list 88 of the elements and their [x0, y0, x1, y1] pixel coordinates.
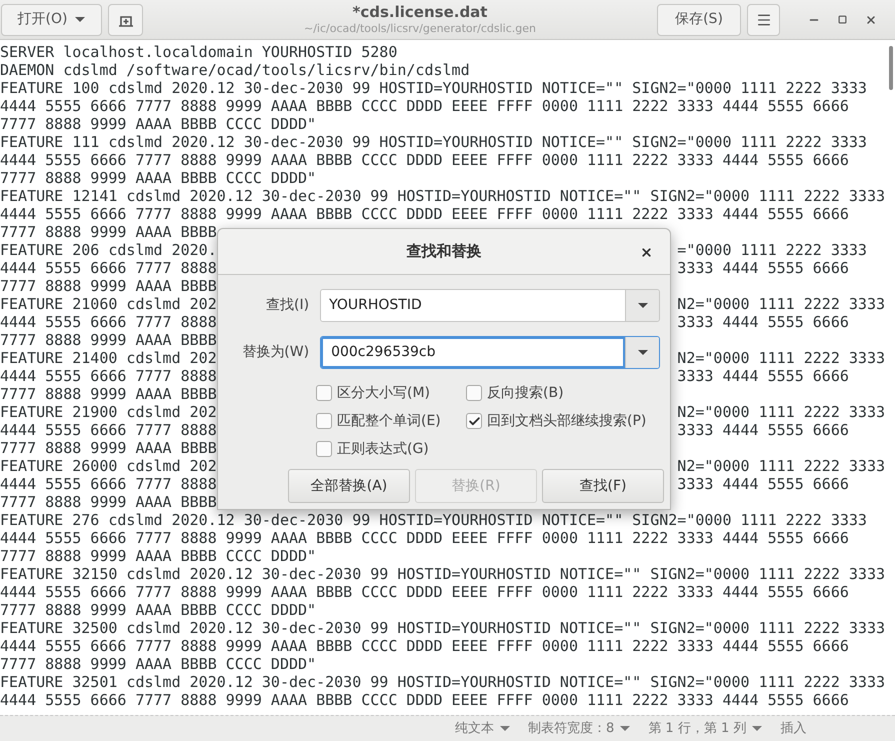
text-line: FEATURE 276 cdslmd 2020.12 30-dec-2030 99 HOSTID=YOURHOSTID NOTICE="" SIGN2="0000 1111 2222 3333 [0, 511, 867, 529]
text-line: 7777 8888 9999 AAAA BBBB CCCC DDDD" [0, 547, 316, 565]
caret-icon [638, 350, 648, 356]
open-button[interactable]: 打开(O) [1, 4, 102, 36]
dialog-button[interactable]: 查找(F) [542, 469, 664, 503]
text-line: 7777 8888 9999 AAAA BBBB [0, 493, 217, 511]
text-line: N2="0000 1111 2222 3333 [677, 295, 886, 313]
file-path: ~/ic/ocad/tools/licsrv/generator/cdslic.gen [304, 22, 536, 36]
text-line: 4444 5555 6666 7777 8888 9999 AAAA BBBB CCCC DDDD EEEE FFFF 0000 1111 2222 3333 4444 5555 6666 [0, 691, 849, 709]
dialog-button[interactable]: 全部替换(A) [288, 469, 410, 503]
caret-icon [752, 726, 762, 732]
caret-icon [620, 726, 630, 732]
status-item[interactable]: 第 1 行，第 1 列 [648, 718, 762, 738]
field-label: 查找(I) [265, 296, 310, 315]
checkbox[interactable] [316, 441, 332, 457]
caret-icon [638, 302, 648, 308]
option-label: 反向搜索(B) [487, 384, 564, 402]
checkbox[interactable] [466, 385, 482, 401]
text-line: 7777 8888 9999 AAAA BBBB [0, 385, 217, 403]
dropdown-button[interactable] [625, 337, 659, 368]
dropdown-button[interactable] [625, 290, 659, 321]
text-line: 4444 5555 6666 7777 8888 9999 AAAA BBBB CCCC DDDD EEEE FFFF 0000 1111 2222 3333 4444 5555 6666 [0, 97, 849, 115]
caret-icon [500, 726, 510, 732]
combo-field[interactable]: 000c296539cb [320, 336, 660, 369]
text-line: SERVER localhost.localdomain YOURHOSTID 5280 [0, 43, 398, 61]
text-line: 7777 8888 9999 AAAA BBBB [0, 223, 217, 241]
text-line: 4444 5555 6666 7777 8888 9999 AAAA BBBB CCCC DDDD EEEE FFFF 0000 1111 2222 3333 4444 5555 6666 [0, 637, 849, 655]
text-line: FEATURE 26000 cdslmd 202 [0, 457, 217, 475]
checkbox[interactable] [466, 413, 482, 429]
close-icon[interactable] [640, 246, 653, 259]
checkbox[interactable] [316, 385, 332, 401]
text-line: 7777 8888 9999 AAAA BBBB CCCC DDDD" [0, 655, 316, 673]
text-line: FEATURE 21060 cdslmd 202 [0, 295, 217, 313]
text-line: 3333 4444 5555 6666 [677, 367, 849, 385]
text-line: FEATURE 21400 cdslmd 202 [0, 349, 217, 367]
text-line: 4444 5555 6666 7777 8888 [0, 313, 217, 331]
option-label: 匹配整个单词(E) [337, 412, 441, 430]
menu-icon [756, 12, 772, 28]
text-line: 3333 4444 5555 6666 [677, 259, 849, 277]
text-line: FEATURE 32500 cdslmd 2020.12 30-dec-2030 99 HOSTID=YOURHOSTID NOTICE="" SIGN2="0000 1111 2222 3333 [0, 619, 886, 637]
text-line: 7777 8888 9999 AAAA BBBB CCCC DDDD" [0, 601, 316, 619]
status-item[interactable]: 插入 [780, 718, 806, 738]
text-line: 4444 5555 6666 7777 8888 [0, 475, 217, 493]
text-line: 4444 5555 6666 7777 8888 9999 AAAA BBBB CCCC DDDD EEEE FFFF 0000 1111 2222 3333 4444 5555 6666 [0, 151, 849, 169]
text-line: DAEMON cdslmd /software/ocad/tools/licsrv/bin/cdslmd [0, 61, 470, 79]
status-item[interactable]: 纯文本 [455, 718, 510, 738]
save-button[interactable]: 保存(S) [657, 4, 741, 36]
check-icon [468, 414, 480, 428]
checkbox[interactable] [316, 413, 332, 429]
close-icon[interactable] [865, 14, 877, 26]
caret-icon [75, 16, 86, 22]
text-line: 4444 5555 6666 7777 8888 [0, 367, 217, 385]
text-line: 4444 5555 6666 7777 8888 [0, 421, 217, 439]
window-title: *cds.license.dat [352, 3, 488, 22]
dialog-title: 查找和替换 [406, 241, 482, 262]
text-line: 7777 8888 9999 AAAA BBBB CCCC DDDD" [0, 169, 316, 187]
text-line: FEATURE 21900 cdslmd 202 [0, 403, 217, 421]
combo-field[interactable]: YOURHOSTID [320, 289, 660, 322]
option-label: 区分大小写(M) [337, 384, 430, 402]
text-line: 7777 8888 9999 AAAA BBBB CCCC DDDD" [0, 115, 316, 133]
text-line: FEATURE 32150 cdslmd 2020.12 30-dec-2030 99 HOSTID=YOURHOSTID NOTICE="" SIGN2="0000 1111 2222 3333 [0, 565, 886, 583]
field-label: 替换为(W) [241, 343, 310, 362]
text-line: 7777 8888 9999 AAAA BBBB [0, 439, 217, 457]
scrollbar[interactable] [889, 46, 893, 90]
text-line: 3333 4444 5555 6666 [677, 421, 849, 439]
text-line: N2="0000 1111 2222 3333 [677, 403, 886, 421]
text-line: 4444 5555 6666 7777 8888 [0, 259, 217, 277]
text-line: N2="0000 1111 2222 3333 [677, 457, 886, 475]
text-line: 4444 5555 6666 7777 8888 9999 AAAA BBBB CCCC DDDD EEEE FFFF 0000 1111 2222 3333 4444 5555 6666 [0, 529, 849, 547]
maximize-icon[interactable] [838, 15, 847, 24]
menu-button[interactable] [747, 4, 780, 36]
text-line: FEATURE 32501 cdslmd 2020.12 30-dec-2030 99 HOSTID=YOURHOSTID NOTICE="" SIGN2="0000 1111 2222 3333 [0, 673, 886, 691]
text-line: FEATURE 12141 cdslmd 2020.12 30-dec-2030 99 HOSTID=YOURHOSTID NOTICE="" SIGN2="0000 1111 2222 3333 [0, 187, 886, 205]
text-line: 4444 5555 6666 7777 8888 9999 AAAA BBBB CCCC DDDD EEEE FFFF 0000 1111 2222 3333 4444 5555 6666 [0, 583, 849, 601]
text-line: FEATURE 206 cdslmd 2020. [0, 241, 217, 259]
text-line: FEATURE 100 cdslmd 2020.12 30-dec-2030 99 HOSTID=YOURHOSTID NOTICE="" SIGN2="0000 1111 2222 3333 [0, 79, 867, 97]
text-line: FEATURE 111 cdslmd 2020.12 30-dec-2030 99 HOSTID=YOURHOSTID NOTICE="" SIGN2="0000 1111 2222 3333 [0, 133, 867, 151]
text-line: N2="0000 1111 2222 3333 [677, 349, 886, 367]
text-line: 3333 4444 5555 6666 [677, 313, 849, 331]
text-line: 3333 4444 5555 6666 [677, 475, 849, 493]
new-tab-button[interactable] [108, 4, 143, 36]
status-item[interactable]: 制表符宽度：8 [528, 718, 630, 738]
text-line: 7777 8888 9999 AAAA BBBB [0, 277, 217, 295]
option-label: 正则表达式(G) [337, 440, 429, 458]
text-line: 7777 8888 9999 AAAA BBBB [0, 331, 217, 349]
option-label: 回到文档头部继续搜索(P) [487, 412, 646, 430]
text-line: ="0000 1111 2222 3333 [677, 241, 867, 259]
text-line: 4444 5555 6666 7777 8888 9999 AAAA BBBB CCCC DDDD EEEE FFFF 0000 1111 2222 3333 4444 5555 6666 [0, 205, 849, 223]
